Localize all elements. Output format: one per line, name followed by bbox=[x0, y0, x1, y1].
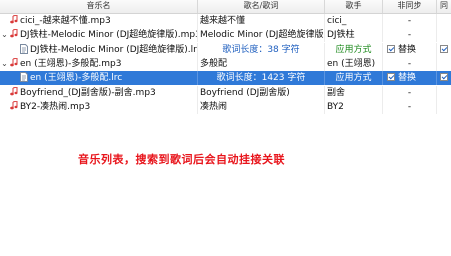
sync-status bbox=[437, 57, 451, 71]
column-header-song-lyrics[interactable]: 歌名/歌词 bbox=[198, 0, 325, 13]
async-status: - bbox=[383, 86, 437, 100]
async-replace-option[interactable]: 替换 bbox=[383, 71, 437, 85]
song-title: 多般配 bbox=[198, 57, 325, 71]
song-title: Boyfriend (DJ副舍版) bbox=[198, 86, 325, 100]
lyric-file-icon bbox=[20, 44, 28, 54]
apply-mode-label: 应用方式 bbox=[325, 71, 383, 85]
sync-checkbox[interactable] bbox=[440, 73, 448, 81]
music-file-name: Boyfriend_(DJ副舍版)-副舍.mp3 bbox=[20, 88, 156, 98]
singer-name: BY2 bbox=[325, 100, 383, 114]
sync-status bbox=[437, 14, 451, 28]
async-status: - bbox=[383, 14, 437, 28]
async-replace-option[interactable]: 替换 bbox=[383, 43, 437, 57]
sync-status bbox=[437, 86, 451, 100]
singer-name: cici_ bbox=[325, 14, 383, 28]
async-replace-label: 替换 bbox=[398, 73, 417, 83]
table-header: 音乐名 歌名/歌词 歌手 非同步 同 bbox=[0, 0, 451, 14]
chevron-down-icon[interactable] bbox=[1, 86, 8, 100]
music-name-cell: Boyfriend_(DJ副舍版)-副舍.mp3 bbox=[8, 86, 198, 100]
music-row[interactable]: cici_-越来越不懂.mp3 越来越不懂 cici_ - bbox=[0, 14, 451, 28]
async-checkbox[interactable] bbox=[387, 73, 395, 81]
column-header-sync[interactable]: 同 bbox=[437, 0, 451, 13]
singer-name: 副舍 bbox=[325, 86, 383, 100]
music-row[interactable]: ⌄ DJ铁柱-Melodic Minor (DJ超绝旋律版).mp3 Melodic… bbox=[0, 28, 451, 42]
async-checkbox[interactable] bbox=[387, 45, 395, 53]
music-name-cell: BY2-凑热闹.mp3 bbox=[8, 100, 198, 114]
async-status: - bbox=[383, 100, 437, 114]
sync-option[interactable] bbox=[437, 43, 451, 57]
column-header-singer[interactable]: 歌手 bbox=[325, 0, 383, 13]
music-note-icon bbox=[10, 14, 18, 24]
music-row[interactable]: Boyfriend_(DJ副舍版)-副舍.mp3 Boyfriend (DJ副舍版… bbox=[0, 86, 451, 100]
chevron-down-icon[interactable] bbox=[1, 14, 8, 28]
lyric-file-name: en (王翊恩)-多般配.lrc bbox=[30, 73, 123, 83]
music-file-name: en (王翊恩)-多般配.mp3 bbox=[20, 59, 122, 69]
music-file-name: BY2-凑热闹.mp3 bbox=[20, 102, 91, 112]
sync-option[interactable] bbox=[437, 71, 451, 85]
lyric-row[interactable]: en (王翊恩)-多般配.lrc 歌词长度：1423 字符 应用方式 替换 bbox=[0, 71, 451, 85]
music-row[interactable]: ⌄ en (王翊恩)-多般配.mp3 多般配 en (王翊恩) - bbox=[0, 57, 451, 71]
apply-mode-label: 应用方式 bbox=[325, 43, 383, 57]
lyric-name-cell: en (王翊恩)-多般配.lrc bbox=[18, 71, 198, 85]
music-note-icon bbox=[10, 57, 18, 67]
singer-name: DJ铁柱 bbox=[325, 28, 383, 42]
music-note-icon bbox=[10, 28, 18, 38]
sync-status bbox=[437, 28, 451, 42]
lyric-name-cell: DJ铁柱-Melodic Minor (DJ超绝旋律版).lrc bbox=[18, 43, 198, 57]
sync-checkbox[interactable] bbox=[440, 45, 448, 53]
music-name-cell: DJ铁柱-Melodic Minor (DJ超绝旋律版).mp3 bbox=[8, 28, 198, 42]
music-file-name: cici_-越来越不懂.mp3 bbox=[20, 16, 111, 26]
music-file-name: DJ铁柱-Melodic Minor (DJ超绝旋律版).mp3 bbox=[20, 30, 198, 40]
chevron-down-icon[interactable]: ⌄ bbox=[1, 57, 8, 71]
chevron-down-icon[interactable] bbox=[1, 100, 8, 114]
sync-status bbox=[437, 100, 451, 114]
song-title: 越来越不懂 bbox=[198, 14, 325, 28]
music-note-icon bbox=[10, 86, 18, 96]
async-status: - bbox=[383, 28, 437, 42]
music-row[interactable]: BY2-凑热闹.mp3 凑热闹 BY2- bbox=[0, 100, 451, 114]
column-header-music-name[interactable]: 音乐名 bbox=[0, 0, 198, 13]
singer-name: en (王翊恩) bbox=[325, 57, 383, 71]
song-title: 凑热闹 bbox=[198, 100, 325, 114]
caption-text: 音乐列表，搜索到歌词后会自动挂接关联 bbox=[78, 153, 285, 166]
async-status: - bbox=[383, 57, 437, 71]
lyric-row[interactable]: DJ铁柱-Melodic Minor (DJ超绝旋律版).lrc 歌词长度：38 … bbox=[0, 43, 451, 57]
song-title: Melodic Minor (DJ超绝旋律版) bbox=[200, 28, 325, 42]
lyric-file-icon bbox=[20, 72, 28, 82]
music-note-icon bbox=[10, 100, 18, 110]
chevron-down-icon[interactable]: ⌄ bbox=[1, 28, 8, 42]
lyric-length: 歌词长度：1423 字符 bbox=[198, 71, 325, 85]
column-header-async[interactable]: 非同步 bbox=[383, 0, 437, 13]
music-name-cell: cici_-越来越不懂.mp3 bbox=[8, 14, 198, 28]
lyric-length: 歌词长度：38 字符 bbox=[198, 43, 325, 57]
async-replace-label: 替换 bbox=[398, 45, 417, 55]
music-name-cell: en (王翊恩)-多般配.mp3 bbox=[8, 57, 198, 71]
lyric-file-name: DJ铁柱-Melodic Minor (DJ超绝旋律版).lrc bbox=[30, 45, 198, 55]
